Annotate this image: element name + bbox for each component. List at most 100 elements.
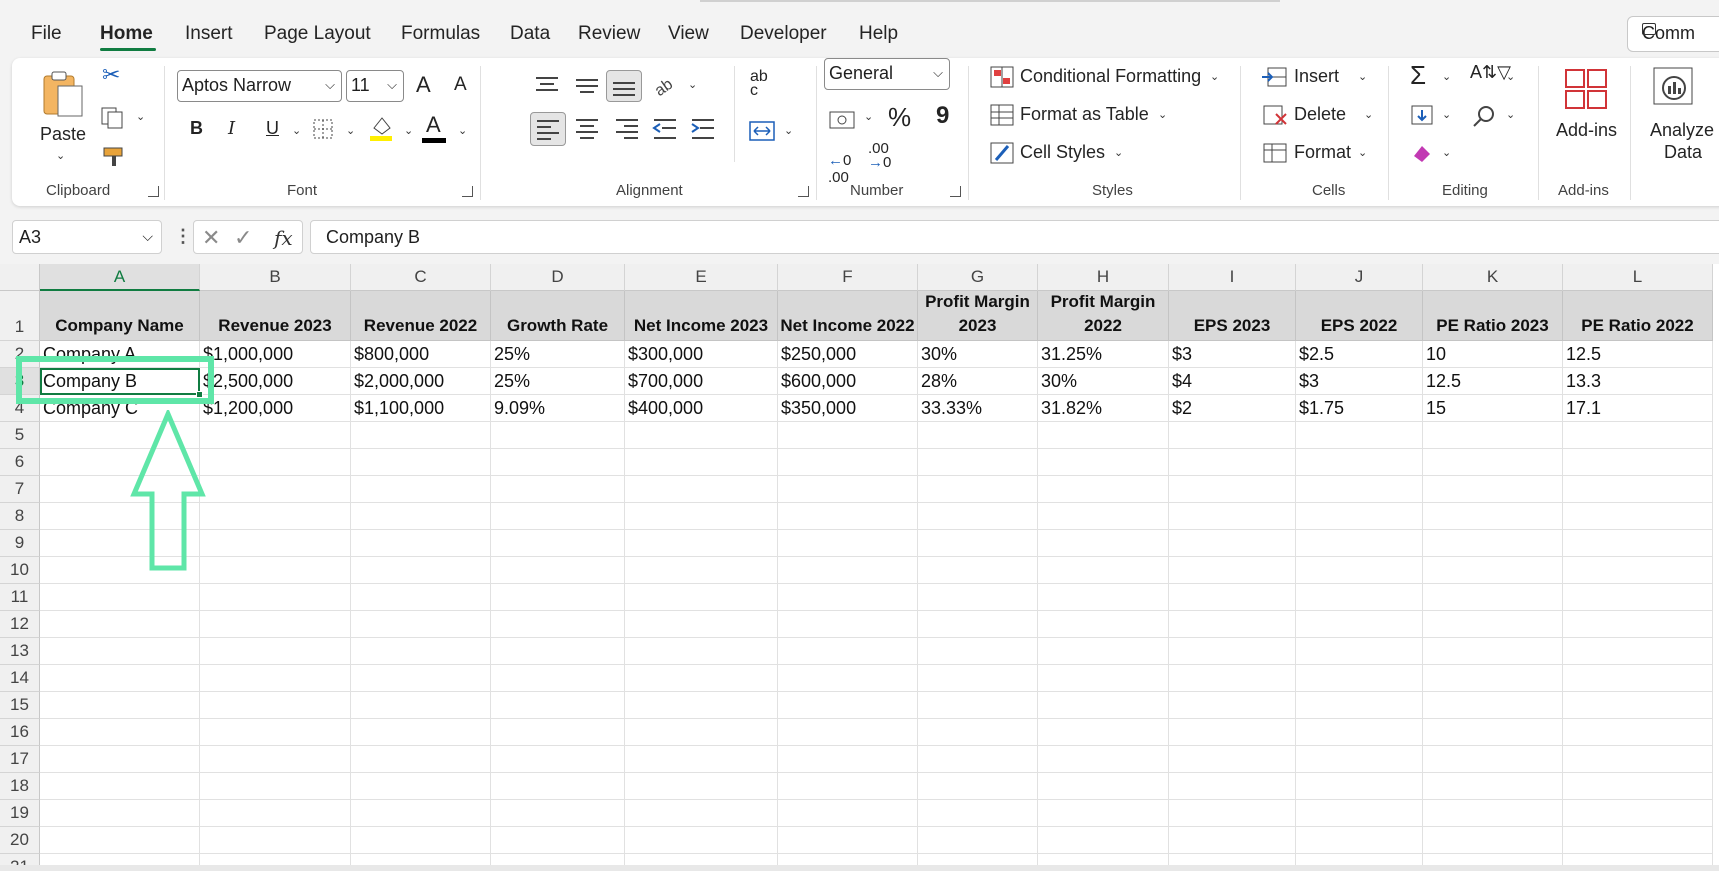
empty-cell[interactable] xyxy=(1423,611,1563,638)
empty-cell[interactable] xyxy=(491,557,625,584)
empty-cell[interactable] xyxy=(200,611,351,638)
empty-cell[interactable] xyxy=(918,719,1038,746)
data-cell[interactable]: $3 xyxy=(1296,368,1423,395)
empty-cell[interactable] xyxy=(351,557,491,584)
bold-button[interactable]: B xyxy=(190,118,203,139)
data-cell[interactable]: $2,500,000 xyxy=(200,368,351,395)
empty-cell[interactable] xyxy=(40,665,200,692)
header-cell[interactable]: PE Ratio 2022 xyxy=(1563,291,1713,341)
row-header-7[interactable]: 7 xyxy=(0,476,40,503)
percent-style-button[interactable]: % xyxy=(888,102,911,133)
empty-cell[interactable] xyxy=(625,422,778,449)
empty-cell[interactable] xyxy=(1423,530,1563,557)
empty-cell[interactable] xyxy=(1296,827,1423,854)
fill-color-dropdown-icon[interactable]: ⌄ xyxy=(404,124,413,137)
insert-function-icon[interactable]: fx xyxy=(274,226,293,250)
empty-cell[interactable] xyxy=(1296,665,1423,692)
empty-cell[interactable] xyxy=(1296,746,1423,773)
select-all-corner[interactable] xyxy=(0,264,40,291)
column-header-i[interactable]: I xyxy=(1169,264,1296,291)
data-cell[interactable]: $300,000 xyxy=(625,341,778,368)
decrease-indent-icon[interactable] xyxy=(652,118,678,142)
paste-dropdown-icon[interactable]: ⌄ xyxy=(56,149,65,162)
empty-cell[interactable] xyxy=(1423,503,1563,530)
font-family-select[interactable]: Aptos Narrow ⌵ xyxy=(177,70,342,102)
data-cell[interactable]: $2,000,000 xyxy=(351,368,491,395)
empty-cell[interactable] xyxy=(1423,773,1563,800)
empty-cell[interactable] xyxy=(40,719,200,746)
empty-cell[interactable] xyxy=(40,827,200,854)
empty-cell[interactable] xyxy=(491,530,625,557)
empty-cell[interactable] xyxy=(40,692,200,719)
row-header-20[interactable]: 20 xyxy=(0,827,40,854)
number-format-select[interactable]: General ⌵ xyxy=(824,58,950,90)
empty-cell[interactable] xyxy=(1423,719,1563,746)
empty-cell[interactable] xyxy=(1169,719,1296,746)
empty-cell[interactable] xyxy=(1423,476,1563,503)
empty-cell[interactable] xyxy=(1038,557,1169,584)
format-cells-dropdown-icon[interactable]: ⌄ xyxy=(1358,146,1367,159)
format-painter-icon[interactable] xyxy=(102,144,128,168)
data-cell[interactable]: $1,200,000 xyxy=(200,395,351,422)
font-size-select[interactable]: 11 ⌵ xyxy=(346,70,404,102)
empty-cell[interactable] xyxy=(1169,692,1296,719)
cell-styles-dropdown-icon[interactable]: ⌄ xyxy=(1114,146,1123,159)
empty-cell[interactable] xyxy=(491,746,625,773)
empty-cell[interactable] xyxy=(1563,557,1713,584)
empty-cell[interactable] xyxy=(778,800,918,827)
empty-cell[interactable] xyxy=(625,800,778,827)
column-header-a[interactable]: A xyxy=(40,264,200,291)
format-cells-button[interactable]: Format xyxy=(1294,142,1351,163)
grow-font-button[interactable]: A xyxy=(416,72,431,98)
empty-cell[interactable] xyxy=(200,773,351,800)
align-bottom-button[interactable] xyxy=(606,70,642,102)
empty-cell[interactable] xyxy=(1296,584,1423,611)
add-ins-icon[interactable] xyxy=(1564,68,1608,110)
analyze-data-icon[interactable] xyxy=(1652,66,1696,110)
empty-cell[interactable] xyxy=(1296,476,1423,503)
empty-cell[interactable] xyxy=(1038,476,1169,503)
empty-cell[interactable] xyxy=(1423,692,1563,719)
delete-cells-button[interactable]: Delete xyxy=(1294,104,1346,125)
empty-cell[interactable] xyxy=(491,773,625,800)
empty-cell[interactable] xyxy=(778,584,918,611)
wrap-text-button[interactable]: ab c xyxy=(750,69,778,99)
empty-cell[interactable] xyxy=(778,827,918,854)
empty-cell[interactable] xyxy=(491,665,625,692)
empty-cell[interactable] xyxy=(40,800,200,827)
empty-cell[interactable] xyxy=(1296,557,1423,584)
empty-cell[interactable] xyxy=(1423,449,1563,476)
column-header-g[interactable]: G xyxy=(918,264,1038,291)
accounting-format-icon[interactable] xyxy=(828,108,858,132)
font-launcher-icon[interactable] xyxy=(462,186,473,197)
insert-cells-button[interactable]: Insert xyxy=(1294,66,1339,87)
row-header-13[interactable]: 13 xyxy=(0,638,40,665)
empty-cell[interactable] xyxy=(1423,800,1563,827)
tab-insert[interactable]: Insert xyxy=(185,23,233,45)
empty-cell[interactable] xyxy=(1169,746,1296,773)
column-header-d[interactable]: D xyxy=(491,264,625,291)
empty-cell[interactable] xyxy=(200,422,351,449)
add-ins-button[interactable]: Add-ins xyxy=(1556,120,1617,141)
empty-cell[interactable] xyxy=(351,692,491,719)
paste-label[interactable]: Paste xyxy=(40,124,86,145)
empty-cell[interactable] xyxy=(351,449,491,476)
empty-cell[interactable] xyxy=(40,611,200,638)
empty-cell[interactable] xyxy=(778,422,918,449)
empty-cell[interactable] xyxy=(351,503,491,530)
column-header-c[interactable]: C xyxy=(351,264,491,291)
empty-cell[interactable] xyxy=(200,719,351,746)
empty-cell[interactable] xyxy=(1563,827,1713,854)
empty-cell[interactable] xyxy=(351,422,491,449)
empty-cell[interactable] xyxy=(1296,800,1423,827)
header-cell[interactable]: Revenue 2023 xyxy=(200,291,351,341)
empty-cell[interactable] xyxy=(1296,719,1423,746)
empty-cell[interactable] xyxy=(40,584,200,611)
paste-icon[interactable] xyxy=(40,70,86,118)
empty-cell[interactable] xyxy=(1423,827,1563,854)
empty-cell[interactable] xyxy=(625,476,778,503)
empty-cell[interactable] xyxy=(1296,611,1423,638)
empty-cell[interactable] xyxy=(1038,800,1169,827)
empty-cell[interactable] xyxy=(625,584,778,611)
empty-cell[interactable] xyxy=(1169,557,1296,584)
